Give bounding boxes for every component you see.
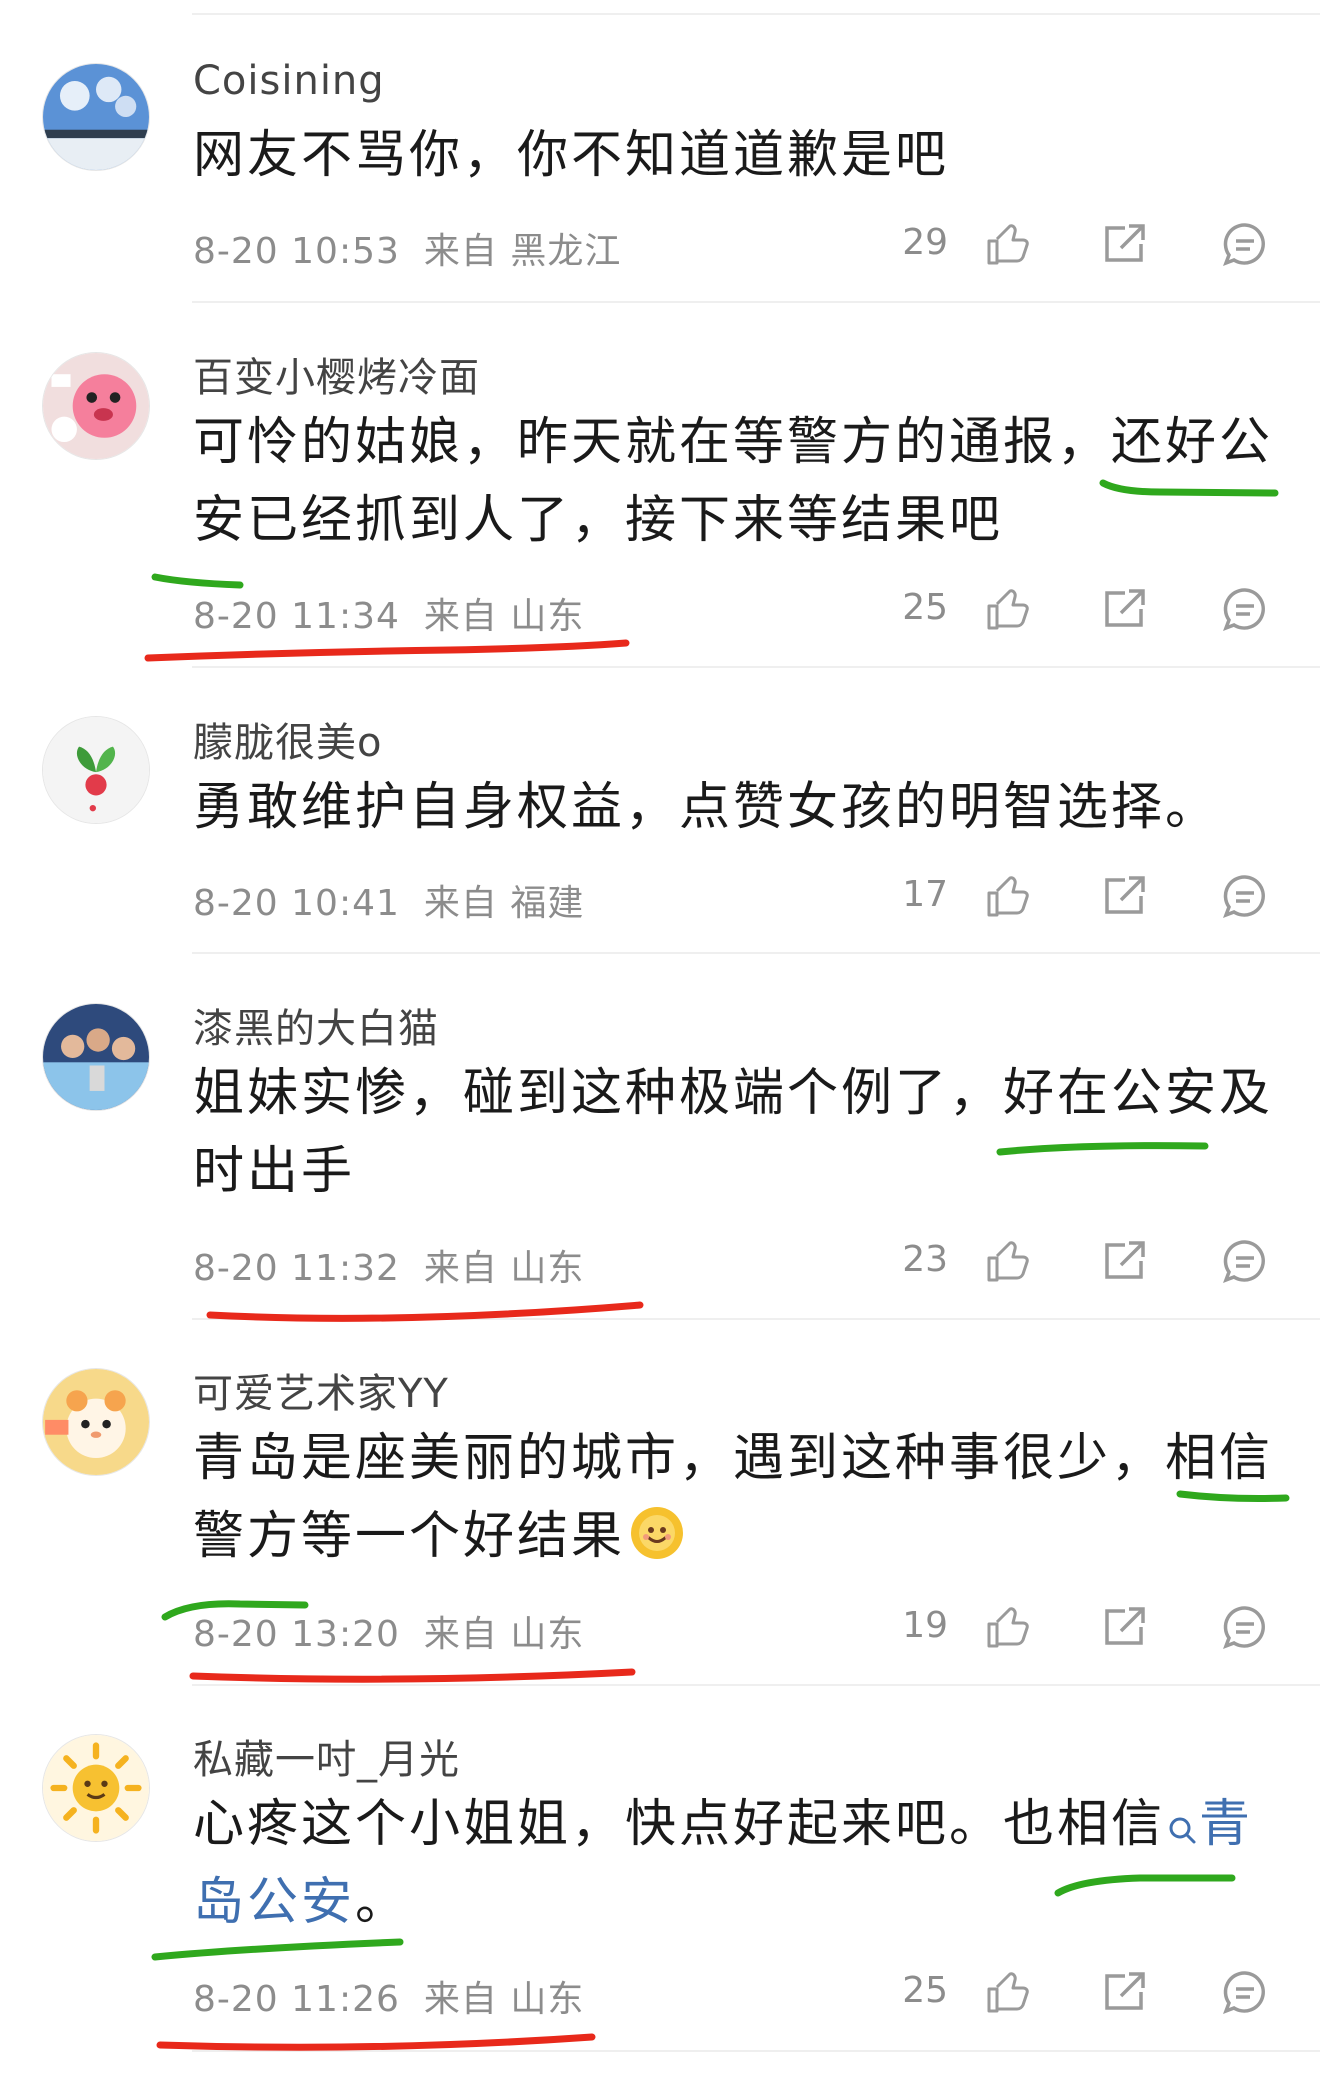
comment-text-tail: 。	[355, 1873, 410, 1932]
avatar[interactable]	[42, 716, 150, 824]
like-count: 25	[902, 1970, 948, 2011]
location: 来自 山东	[423, 596, 585, 637]
comment-icon[interactable]	[1221, 585, 1269, 633]
green-underline-mark	[151, 1938, 404, 1961]
share-icon[interactable]	[1101, 585, 1149, 633]
location: 来自 福建	[423, 883, 585, 924]
search-icon	[1167, 1790, 1197, 1844]
green-underline-mark	[151, 573, 244, 589]
timestamp: 8-20 11:32	[193, 1248, 400, 1289]
comment-text: 青岛是座美丽的城市，遇到这种事很少，相信警方等一个好结果	[193, 1420, 1278, 1576]
comment-icon[interactable]	[1221, 1603, 1269, 1651]
comment-text: 网友不骂你，你不知道道歉是吧	[193, 126, 950, 185]
avatar[interactable]	[42, 352, 150, 460]
like-count: 25	[902, 587, 948, 628]
comment-text: 可怜的姑娘，昨天就在等警方的通报，还好公安已经抓到人了，接下来等结果吧	[193, 413, 1274, 550]
comment-divider	[192, 1318, 1320, 1320]
comment-icon[interactable]	[1221, 1237, 1269, 1285]
share-icon[interactable]	[1101, 1237, 1149, 1285]
avatar[interactable]	[42, 1734, 150, 1842]
location: 来自 山东	[423, 1979, 585, 2020]
share-icon[interactable]	[1101, 1968, 1149, 2016]
comment-divider	[192, 2050, 1320, 2052]
thumbs-up-icon[interactable]	[984, 1968, 1032, 2016]
thumbs-up-icon[interactable]	[984, 220, 1032, 268]
like-count: 23	[902, 1239, 948, 1280]
username[interactable]: 朦胧很美o	[193, 710, 382, 768]
share-icon[interactable]	[1101, 1603, 1149, 1651]
red-underline-mark	[189, 1668, 636, 1683]
location: 来自 黑龙江	[423, 231, 622, 272]
thumbs-up-icon[interactable]	[984, 1603, 1032, 1651]
timestamp: 8-20 10:41	[193, 883, 400, 924]
like-count: 17	[902, 874, 948, 915]
username[interactable]: 百变小樱烤冷面	[193, 345, 480, 403]
location: 来自 山东	[423, 1248, 585, 1289]
username[interactable]: Coisining	[193, 58, 385, 104]
comment-divider	[192, 301, 1320, 303]
share-icon[interactable]	[1101, 872, 1149, 920]
red-underline-mark	[144, 639, 630, 662]
red-underline-mark	[206, 1301, 644, 1322]
avatar[interactable]	[42, 63, 150, 171]
comment-text-body: 青岛是座美丽的城市，遇到这种事很少，相信警方等一个好结果	[193, 1429, 1274, 1566]
timestamp: 8-20 11:34	[193, 596, 400, 637]
like-count: 29	[902, 222, 948, 263]
comment-meta: 8-20 10:41 来自 福建	[193, 874, 584, 926]
comment-divider	[192, 666, 1320, 668]
location: 来自 山东	[423, 1614, 585, 1655]
comment-icon[interactable]	[1221, 872, 1269, 920]
comment-meta: 8-20 13:20 来自 山东	[193, 1605, 584, 1657]
comment-icon[interactable]	[1221, 1968, 1269, 2016]
thumbs-up-icon[interactable]	[984, 585, 1032, 633]
comment-text-body: 心疼这个小姐姐，快点好起来吧。也相信	[193, 1795, 1166, 1854]
thumbs-up-icon[interactable]	[984, 1237, 1032, 1285]
comment-divider	[192, 1684, 1320, 1686]
red-underline-mark	[156, 2033, 596, 2051]
comment-meta: 8-20 11:34 来自 山东	[193, 587, 584, 639]
timestamp: 8-20 10:53	[193, 231, 400, 272]
comment-meta: 8-20 10:53 来自 黑龙江	[193, 222, 621, 274]
comment-meta: 8-20 11:26 来自 山东	[193, 1970, 584, 2022]
avatar[interactable]	[42, 1003, 150, 1111]
comment-text: 姐妹实惨，碰到这种极端个例了，好在公安及时出手	[193, 1064, 1274, 1201]
comment-text: 心疼这个小姐姐，快点好起来吧。也相信 青岛公安。	[193, 1786, 1278, 1942]
username[interactable]: 私藏一吋_月光	[193, 1727, 460, 1785]
comment-icon[interactable]	[1221, 220, 1269, 268]
timestamp: 8-20 13:20	[193, 1614, 400, 1655]
share-icon[interactable]	[1101, 220, 1149, 268]
avatar[interactable]	[42, 1368, 150, 1476]
timestamp: 8-20 11:26	[193, 1979, 400, 2020]
top-divider	[192, 13, 1320, 15]
thumbs-up-icon[interactable]	[984, 872, 1032, 920]
sun-face-emoji	[629, 1505, 685, 1561]
username[interactable]: 可爱艺术家YY	[193, 1361, 449, 1419]
like-count: 19	[902, 1605, 948, 1646]
comment-meta: 8-20 11:32 来自 山东	[193, 1239, 584, 1291]
username[interactable]: 漆黑的大白猫	[193, 996, 439, 1054]
comment-divider	[192, 952, 1320, 954]
comment-text: 勇敢维护自身权益，点赞女孩的明智选择。	[193, 778, 1220, 837]
